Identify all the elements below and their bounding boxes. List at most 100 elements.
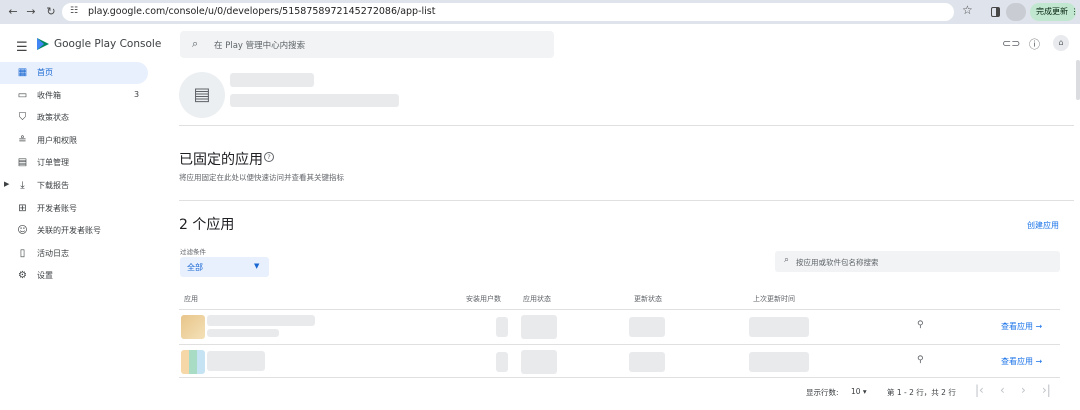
table-row[interactable]: ⚲ 查看应用 → <box>179 309 1060 343</box>
filter-label: 过滤条件 <box>180 248 206 256</box>
people-icon: ≗ <box>18 135 27 146</box>
search-icon: ⌕ <box>192 37 199 50</box>
developer-id-redacted <box>230 94 399 107</box>
page-range-label: 第 1 - 2 行，共 2 行 <box>887 388 956 397</box>
back-icon[interactable]: ← <box>6 4 20 20</box>
sidebar-item-label: 开发者账号 <box>37 204 77 213</box>
dropdown-arrow-icon: ▼ <box>254 262 260 270</box>
update-status-redacted <box>629 352 665 372</box>
filter-select[interactable]: 全部 ▼ <box>180 257 269 277</box>
table-row[interactable]: ⚲ 查看应用 → <box>179 344 1060 378</box>
sidebar-item-home[interactable]: ▦ 首页 <box>0 62 148 84</box>
sidebar-item-label: 用户和权限 <box>37 136 77 145</box>
pinned-apps-subtitle: 将应用固定在此处以便快速访问并查看其关键指标 <box>179 173 344 182</box>
pin-icon[interactable]: ⚲ <box>917 320 924 330</box>
sidebar-item-download-reports[interactable]: ▶ ⤓ 下载报告 <box>0 175 148 197</box>
sidebar-item-users-permissions[interactable]: ≗ 用户和权限 <box>0 130 148 152</box>
column-header-app[interactable]: 应用 <box>184 294 198 304</box>
badge-icon: ⊞ <box>18 203 27 214</box>
app-icon <box>181 315 205 339</box>
package-name-redacted <box>207 329 279 337</box>
document-icon: ▯ <box>19 248 26 259</box>
update-status-redacted <box>629 317 665 337</box>
sidebar-item-label: 政策状态 <box>37 113 69 122</box>
sidebar-item-order-management[interactable]: ▤ 订单管理 <box>0 152 148 174</box>
sidebar-item-label: 首页 <box>37 68 53 77</box>
app-name-redacted <box>207 351 265 371</box>
account-icon[interactable]: ⌂ <box>1053 35 1069 51</box>
reload-icon[interactable]: ↻ <box>44 4 58 20</box>
column-header-installs[interactable]: 安装用户数 <box>466 294 501 304</box>
sidebar-item-inbox[interactable]: ▭ 收件箱 3 <box>0 85 148 107</box>
apps-count-title: 2 个应用 <box>179 217 235 233</box>
url-text: play.google.com/console/u/0/developers/5… <box>88 6 436 17</box>
sidebar: ☰ Google Play Console ▦ 首页 ▭ 收件箱 3 ⛉ 政策状… <box>0 24 162 410</box>
create-app-link[interactable]: 创建应用 <box>1027 220 1059 231</box>
sidebar-item-label: 设置 <box>37 271 53 280</box>
site-settings-icon[interactable]: ☷ <box>70 6 78 16</box>
search-icon: ⌕ <box>784 255 790 265</box>
gear-icon: ⚙ <box>18 270 27 281</box>
play-console-logo-icon <box>37 38 49 50</box>
first-page-icon[interactable]: |‹ <box>975 383 984 397</box>
profile-avatar[interactable] <box>1006 3 1026 21</box>
console-search-input[interactable]: ⌕ 在 Play 管理中心内搜索 <box>180 31 554 58</box>
column-header-update-status[interactable]: 更新状态 <box>634 294 662 304</box>
last-page-icon[interactable]: ›| <box>1042 383 1051 397</box>
sidebar-item-linked-accounts[interactable]: ☺ 关联的开发者账号 <box>0 220 148 242</box>
column-header-last-updated[interactable]: 上次更新时间 <box>753 294 795 304</box>
view-app-link[interactable]: 查看应用 → <box>1001 321 1042 332</box>
app-search-input[interactable]: ⌕ 按应用或软件包名称搜索 <box>775 251 1060 272</box>
menu-icon[interactable]: ☰ <box>16 40 28 55</box>
pin-icon[interactable]: ⚲ <box>917 355 924 365</box>
sidebar-item-settings[interactable]: ⚙ 设置 <box>0 265 148 287</box>
last-updated-redacted <box>749 317 809 337</box>
divider <box>179 125 1074 126</box>
app-icon <box>181 350 205 374</box>
sidebar-item-label: 订单管理 <box>37 158 69 167</box>
search-placeholder: 在 Play 管理中心内搜索 <box>214 41 306 51</box>
sidebar-item-policy-status[interactable]: ⛉ 政策状态 <box>0 107 148 129</box>
help-icon[interactable]: ⓘ <box>1029 36 1040 52</box>
installs-redacted <box>496 352 508 372</box>
app-status-redacted <box>521 350 557 374</box>
link-icon[interactable]: ⊂⊃ <box>1002 37 1020 50</box>
last-updated-redacted <box>749 352 809 372</box>
developer-name-redacted <box>230 73 314 87</box>
rows-per-page-label: 显示行数: <box>806 388 839 397</box>
installs-redacted <box>496 317 508 337</box>
app-search-placeholder: 按应用或软件包名称搜索 <box>796 258 879 267</box>
shield-icon: ⛉ <box>18 112 27 123</box>
previous-page-icon[interactable]: ‹ <box>1000 383 1005 397</box>
sidebar-item-label: 活动日志 <box>37 249 69 258</box>
download-icon: ⤓ <box>20 180 25 191</box>
expand-caret-icon[interactable]: ▶ <box>4 180 9 188</box>
sidebar-item-activity-log[interactable]: ▯ 活动日志 <box>0 243 148 265</box>
update-button[interactable]: 完成更新 ⋮ <box>1030 3 1079 21</box>
bookmark-star-icon[interactable]: ☆ <box>962 3 973 17</box>
view-app-link[interactable]: 查看应用 → <box>1001 356 1042 367</box>
filter-value: 全部 <box>187 263 203 272</box>
scrollbar[interactable] <box>1076 60 1080 100</box>
side-panel-icon[interactable] <box>991 7 1000 17</box>
forward-icon[interactable]: → <box>24 4 38 20</box>
sidebar-item-developer-account[interactable]: ⊞ 开发者账号 <box>0 198 148 220</box>
pinned-apps-title: 已固定的应用 <box>179 152 263 168</box>
sidebar-item-label: 收件箱 <box>37 91 61 100</box>
browser-toolbar: ← → ↻ ☷ play.google.com/console/u/0/deve… <box>0 0 1080 24</box>
developer-avatar: ▤ <box>179 72 225 118</box>
app-logo-text: Google Play Console <box>54 38 162 50</box>
column-header-app-status[interactable]: 应用状态 <box>523 294 551 304</box>
inbox-icon: ▭ <box>17 90 28 101</box>
sidebar-item-label: 下载报告 <box>37 181 69 190</box>
card-icon: ▤ <box>17 157 28 168</box>
rows-per-page-select[interactable]: 10 ▾ <box>851 387 867 396</box>
help-circle-icon[interactable]: ? <box>264 152 274 162</box>
address-bar[interactable]: ☷ play.google.com/console/u/0/developers… <box>62 3 954 21</box>
sidebar-item-label: 关联的开发者账号 <box>37 226 101 235</box>
inbox-count-badge: 3 <box>134 90 140 99</box>
app-name-redacted <box>207 315 315 326</box>
divider <box>179 200 1074 201</box>
next-page-icon[interactable]: › <box>1021 383 1026 397</box>
linked-account-icon: ☺ <box>17 225 28 236</box>
